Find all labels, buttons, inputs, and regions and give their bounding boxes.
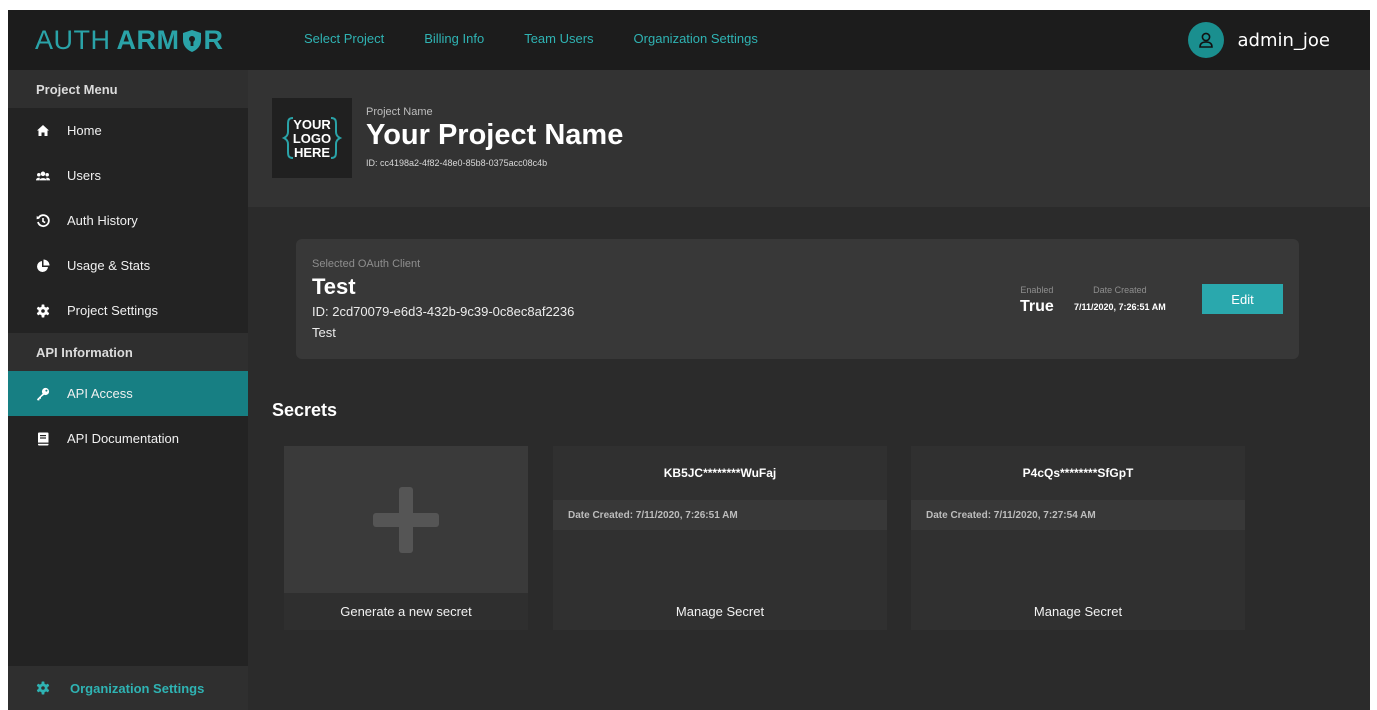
sidebar: Project Menu Home Users Auth History Usa… xyxy=(8,70,248,710)
sidebar-section-project-menu: Project Menu xyxy=(8,70,248,108)
sidebar-item-label: API Documentation xyxy=(67,431,180,446)
sidebar-bottom-label: Organization Settings xyxy=(70,680,205,696)
brand-logo[interactable]: AUTH ARM R xyxy=(35,24,224,56)
nav-select-project[interactable]: Select Project xyxy=(304,31,384,46)
nav-billing-info[interactable]: Billing Info xyxy=(424,31,484,46)
secret-key: KB5JC********WuFaj xyxy=(663,466,777,480)
sidebar-item-label: Users xyxy=(67,168,101,183)
project-id: ID: cc4198a2-4f82-48e0-85b8-0375acc08c4b xyxy=(366,158,548,168)
edit-button[interactable]: Edit xyxy=(1202,284,1283,314)
book-icon xyxy=(36,432,50,446)
generate-secret-area[interactable] xyxy=(284,446,528,593)
secret-card: KB5JC********WuFaj Date Created: 7/11/20… xyxy=(553,446,887,630)
top-bar: AUTH ARM R Select Project Billing Info T… xyxy=(8,10,1370,70)
sidebar-item-users[interactable]: Users xyxy=(8,153,248,198)
oauth-client-description: Test xyxy=(312,325,336,340)
generate-secret-card[interactable]: Generate a new secret xyxy=(284,446,528,630)
oauth-client-id: ID: 2cd70079-e6d3-432b-9c39-0c8ec8af2236 xyxy=(312,304,575,319)
enabled-status: Enabled True xyxy=(1020,285,1054,316)
sidebar-item-home[interactable]: Home xyxy=(8,108,248,153)
oauth-client-label: Selected OAuth Client xyxy=(312,258,421,270)
sidebar-item-api-documentation[interactable]: API Documentation xyxy=(8,416,248,461)
sidebar-organization-settings[interactable]: Organization Settings xyxy=(8,666,248,710)
sidebar-item-project-settings[interactable]: Project Settings xyxy=(8,288,248,333)
app-window: AUTH ARM R Select Project Billing Info T… xyxy=(8,10,1370,710)
oauth-client-card: Selected OAuth Client Test ID: 2cd70079-… xyxy=(296,239,1299,359)
manage-secret-button[interactable]: Manage Secret xyxy=(553,593,887,630)
sidebar-item-label: Usage & Stats xyxy=(67,258,151,273)
user-menu[interactable]: admin_joe xyxy=(1187,22,1331,58)
sidebar-item-label: Home xyxy=(67,123,102,138)
nav-team-users[interactable]: Team Users xyxy=(524,31,593,46)
sidebar-item-usage-stats[interactable]: Usage & Stats xyxy=(8,243,248,288)
sidebar-item-label: Project Settings xyxy=(67,303,159,318)
username: admin_joe xyxy=(1237,29,1331,51)
user-icon xyxy=(1198,32,1213,48)
nav-organization-settings[interactable]: Organization Settings xyxy=(634,31,758,46)
top-nav: Select Project Billing Info Team Users O… xyxy=(304,31,758,46)
enabled-label: Enabled xyxy=(1020,285,1054,295)
logo-line-3: HERE xyxy=(294,145,330,160)
gear-icon xyxy=(36,681,50,695)
sidebar-section-api-information: API Information xyxy=(8,333,248,371)
secret-key: P4cQs********SfGpT xyxy=(1022,466,1134,480)
project-name: Your Project Name xyxy=(366,119,624,151)
key-icon xyxy=(36,387,50,401)
sidebar-item-auth-history[interactable]: Auth History xyxy=(8,198,248,243)
brand-text-r: R xyxy=(203,24,224,55)
secret-date-created: Date Created: 7/11/2020, 7:26:51 AM xyxy=(553,500,887,530)
gear-icon xyxy=(36,304,50,318)
brand-text-arm: ARM xyxy=(116,24,180,55)
sidebar-item-label: Auth History xyxy=(67,213,138,228)
home-icon xyxy=(36,124,50,138)
date-created-label: Date Created xyxy=(1093,285,1147,295)
secret-date-created: Date Created: 7/11/2020, 7:27:54 AM xyxy=(911,500,1245,530)
sidebar-item-label: API Access xyxy=(67,386,133,401)
project-logo: YOUR LOGO HERE xyxy=(272,98,352,178)
enabled-value: True xyxy=(1020,298,1054,315)
project-name-label: Project Name xyxy=(366,106,433,118)
oauth-client-name: Test xyxy=(312,274,356,299)
secret-card: P4cQs********SfGpT Date Created: 7/11/20… xyxy=(911,446,1245,630)
sidebar-item-api-access[interactable]: API Access xyxy=(8,371,248,416)
avatar[interactable] xyxy=(1187,22,1224,58)
users-icon xyxy=(36,169,50,183)
logo-line-1: YOUR xyxy=(293,117,331,132)
plus-icon xyxy=(373,486,439,553)
brand-text-auth: AUTH xyxy=(35,24,111,55)
pie-chart-icon xyxy=(36,259,50,273)
logo-line-2: LOGO xyxy=(293,131,331,146)
date-created: Date Created 7/11/2020, 7:26:51 AM xyxy=(1074,285,1166,312)
manage-secret-button[interactable]: Manage Secret xyxy=(911,593,1245,630)
history-icon xyxy=(36,213,50,228)
project-header: YOUR LOGO HERE Project Name Your Project… xyxy=(248,70,1370,207)
date-created-value: 7/11/2020, 7:26:51 AM xyxy=(1074,302,1166,312)
generate-secret-button[interactable]: Generate a new secret xyxy=(284,593,528,630)
secrets-heading: Secrets xyxy=(272,400,338,420)
shield-icon xyxy=(181,29,203,53)
project-meta: Project Name Your Project Name ID: cc419… xyxy=(366,106,623,168)
